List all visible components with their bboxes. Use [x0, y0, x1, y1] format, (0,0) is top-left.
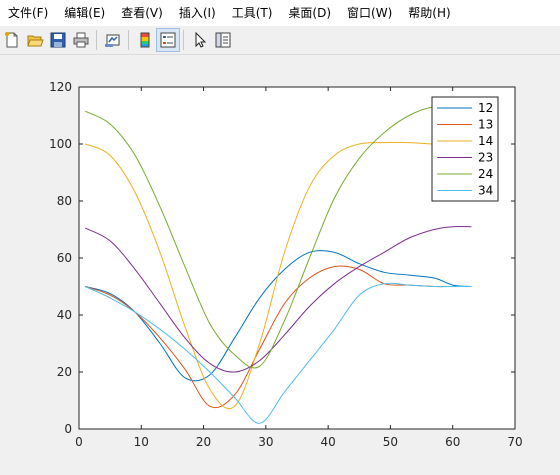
colorbar-icon — [140, 32, 150, 48]
x-tick-label: 50 — [383, 435, 398, 449]
new-file-icon — [5, 32, 18, 48]
x-tick-label: 70 — [507, 435, 522, 449]
print-button[interactable] — [70, 29, 92, 51]
y-tick-label: 0 — [64, 422, 72, 436]
x-tick-label: 40 — [321, 435, 336, 449]
link-plot-icon — [105, 34, 120, 47]
figure-canvas: 0 10 20 30 40 50 60 70 0 20 40 60 80 100 120 12 13 14 23 2… — [49, 80, 523, 449]
x-tick-label: 30 — [258, 435, 273, 449]
menu-file[interactable]: 文件(F) — [0, 0, 56, 26]
menu-desktop[interactable]: 桌面(D) — [280, 0, 339, 26]
toolbar-separator — [183, 30, 184, 50]
link-plot-button[interactable] — [102, 29, 124, 51]
menu-view[interactable]: 查看(V) — [113, 0, 171, 26]
folder-open-icon — [27, 35, 44, 47]
y-tick-label: 40 — [57, 308, 72, 322]
printer-icon — [73, 32, 89, 48]
property-panel-icon — [215, 32, 231, 48]
menu-edit[interactable]: 编辑(E) — [56, 0, 113, 26]
legend-label-14: 14 — [478, 134, 493, 148]
legend-icon — [160, 32, 176, 48]
x-tick-label: 20 — [196, 435, 211, 449]
y-tick-label: 20 — [57, 365, 72, 379]
property-inspector-button[interactable] — [212, 29, 234, 51]
open-file-button[interactable] — [24, 29, 46, 51]
save-disk-icon — [50, 32, 66, 48]
insert-legend-button[interactable] — [156, 28, 180, 52]
menu-insert[interactable]: 插入(I) — [171, 0, 224, 26]
arrow-pointer-icon — [195, 31, 207, 48]
insert-colorbar-button[interactable] — [134, 29, 156, 51]
toolbar-separator — [128, 30, 129, 50]
legend-label-34: 34 — [478, 184, 493, 198]
x-tick-label: 10 — [134, 435, 149, 449]
save-button[interactable] — [47, 29, 69, 51]
x-tick-label: 60 — [445, 435, 460, 449]
y-tick-label: 100 — [49, 137, 72, 151]
toolbar — [0, 26, 560, 55]
toolbar-separator — [96, 30, 97, 50]
menu-tools[interactable]: 工具(T) — [224, 0, 281, 26]
menu-window[interactable]: 窗口(W) — [339, 0, 400, 26]
menu-help[interactable]: 帮助(H) — [400, 0, 458, 26]
y-tick-label: 80 — [57, 194, 72, 208]
menu-bar: 文件(F) 编辑(E) 查看(V) 插入(I) 工具(T) 桌面(D) 窗口(W… — [0, 0, 560, 26]
legend-label-23: 23 — [478, 151, 493, 165]
edit-plot-button[interactable] — [189, 29, 211, 51]
legend[interactable]: 12 13 14 23 24 34 — [431, 96, 499, 202]
legend-label-13: 13 — [478, 118, 493, 132]
y-tick-label: 60 — [57, 251, 72, 265]
legend-label-24: 24 — [478, 167, 493, 181]
x-tick-label: 0 — [75, 435, 83, 449]
legend-label-12: 12 — [478, 101, 493, 115]
y-tick-label: 120 — [49, 80, 72, 94]
new-file-button[interactable] — [1, 29, 23, 51]
